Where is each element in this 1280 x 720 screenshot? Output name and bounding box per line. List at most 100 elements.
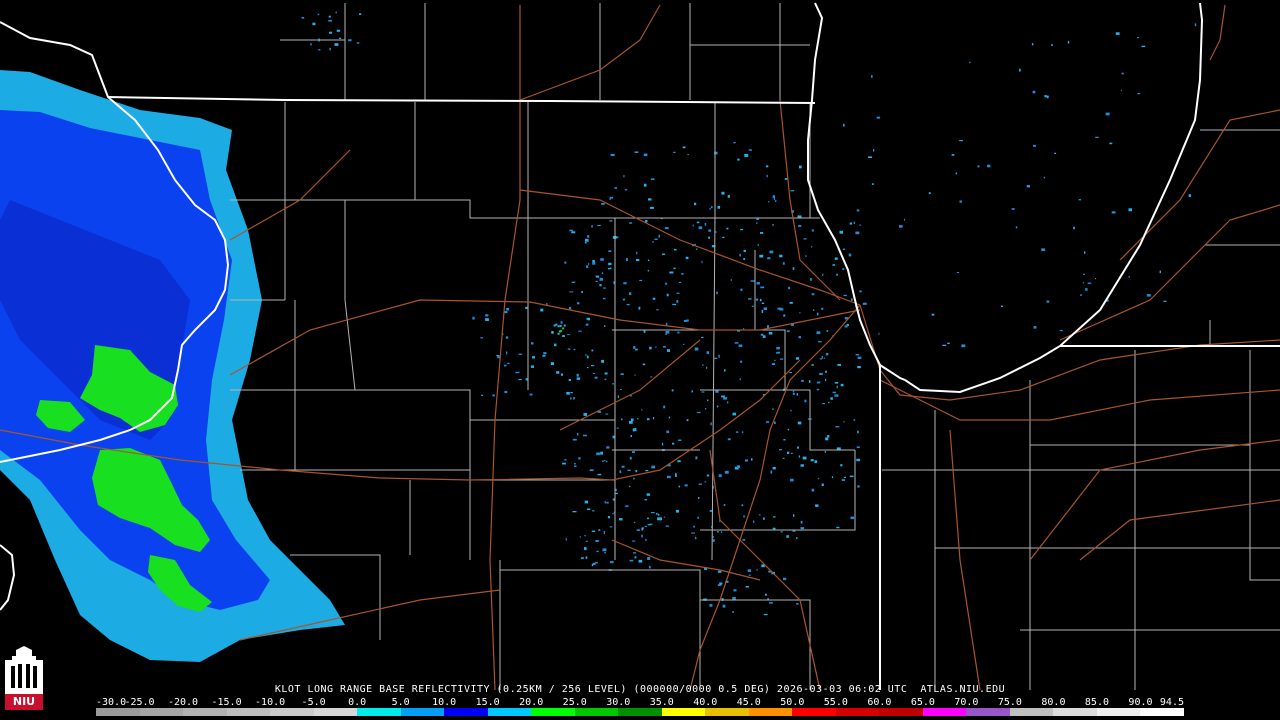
echo-speckle (673, 151, 676, 153)
echo-speckle (825, 437, 829, 441)
echo-speckle (591, 530, 595, 532)
echo-speckle (635, 470, 638, 473)
echo-speckle (947, 342, 950, 344)
echo-speckle (655, 346, 657, 348)
echo-speckle (1084, 251, 1086, 254)
echo-speckle (629, 456, 632, 460)
echo-speckle (597, 473, 602, 476)
echo-speckle (809, 380, 811, 383)
color-bar-segment (1140, 708, 1184, 716)
echo-speckle (662, 253, 666, 255)
echo-speckle (559, 330, 562, 333)
echo-speckle (589, 469, 594, 472)
color-bar-segment (1009, 708, 1054, 716)
echo-speckle (604, 552, 606, 554)
echo-speckle (605, 413, 609, 415)
echo-speckle (805, 255, 807, 257)
echo-speckle (795, 357, 799, 360)
echo-speckle (802, 456, 807, 460)
echo-speckle (748, 149, 752, 151)
echo-speckle (665, 322, 668, 326)
echo-speckle (652, 241, 654, 243)
echo-speckle (334, 43, 339, 46)
echo-speckle (560, 321, 563, 324)
color-bar-segment (531, 708, 575, 716)
echo-speckle (656, 309, 659, 311)
echo-speckle (753, 520, 755, 523)
echo-speckle (542, 354, 546, 357)
echo-speckle (603, 287, 606, 289)
echo-speckle (1128, 208, 1132, 212)
echo-speckle (840, 464, 843, 467)
echo-speckle (592, 562, 596, 565)
echo-speckle (836, 273, 838, 276)
echo-speckle (608, 250, 612, 252)
echo-speckle (818, 341, 822, 343)
echo-speckle (654, 238, 658, 240)
echo-speckle (740, 288, 743, 291)
echo-speckle (649, 565, 651, 569)
echo-speckle (876, 116, 881, 119)
echo-speckle (612, 498, 615, 501)
echo-speckle (564, 261, 567, 264)
echo-speckle (825, 370, 827, 373)
echo-speckle (695, 456, 698, 460)
echo-speckle (704, 223, 707, 226)
echo-speckle (587, 235, 590, 238)
echo-speckle (859, 224, 861, 226)
echo-speckle (834, 257, 838, 260)
echo-speckle (591, 349, 594, 352)
echo-speckle (603, 460, 606, 462)
echo-speckle (772, 224, 774, 226)
echo-speckle (570, 392, 574, 394)
echo-speckle (828, 401, 830, 404)
echo-speckle (578, 457, 581, 460)
color-bar-segment (139, 708, 184, 716)
echo-speckle (780, 531, 783, 533)
echo-speckle (899, 225, 903, 228)
echo-speckle (732, 611, 734, 613)
echo-speckle (301, 17, 305, 19)
echo-speckle (348, 39, 352, 42)
echo-speckle (811, 246, 813, 248)
echo-speckle (566, 391, 570, 395)
echo-speckle (790, 478, 794, 482)
echo-speckle (673, 267, 676, 270)
echo-speckle (1059, 329, 1063, 332)
echo-speckle (745, 586, 749, 588)
echo-speckle (576, 432, 579, 436)
color-bar-segment (922, 708, 967, 716)
color-bar-segment (966, 708, 1010, 716)
echo-speckle (634, 374, 636, 376)
echo-speckle (664, 227, 669, 230)
echo-speckle (515, 371, 520, 374)
echo-speckle (676, 292, 680, 294)
echo-speckle (811, 488, 815, 492)
echo-speckle (743, 249, 746, 252)
echo-speckle (652, 417, 655, 420)
echo-speckle (657, 517, 661, 521)
echo-speckle (619, 470, 622, 474)
echo-speckle (601, 460, 604, 462)
echo-speckle (816, 331, 821, 335)
echo-speckle (553, 324, 556, 327)
echo-speckle (634, 521, 636, 524)
echo-speckle (756, 222, 758, 224)
echo-speckle (312, 22, 316, 26)
echo-speckle (595, 561, 598, 564)
echo-speckle (645, 220, 648, 223)
echo-speckle (969, 61, 971, 64)
echo-speckle (662, 442, 664, 446)
echo-speckle (739, 378, 741, 381)
echo-speckle (928, 192, 931, 195)
echo-speckle (721, 191, 725, 195)
echo-speckle (586, 355, 589, 359)
echo-speckle (685, 256, 689, 260)
radar-map (0, 0, 1280, 720)
echo-speckle (310, 44, 312, 46)
echo-speckle (821, 307, 824, 310)
echo-speckle (843, 421, 845, 423)
echo-speckle (567, 334, 570, 336)
echo-speckle (1019, 68, 1021, 72)
echo-speckle (798, 336, 801, 339)
